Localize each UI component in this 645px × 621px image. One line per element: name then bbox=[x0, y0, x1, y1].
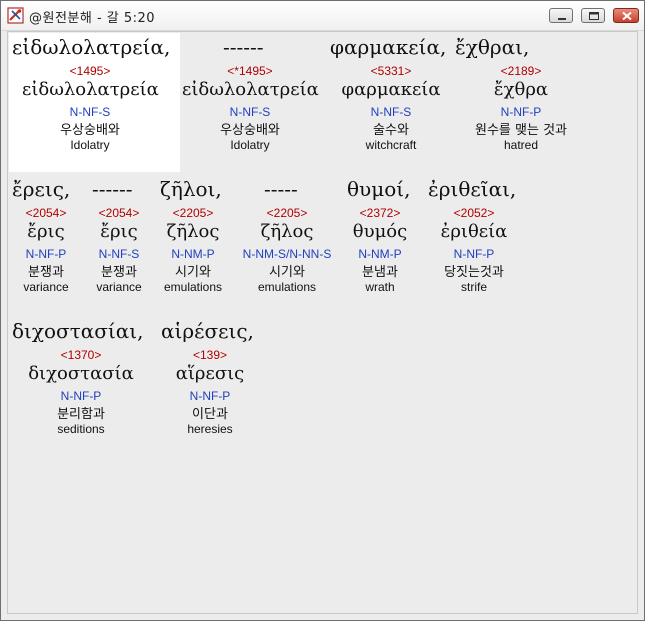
word-analysis[interactable]: <1370> διχοστασία N-NF-P 분리함과 seditions bbox=[20, 348, 142, 436]
greek-word[interactable]: διχοστασίαι, bbox=[12, 319, 143, 343]
word-analysis[interactable]: <2052> ἐριθεία N-NF-P 당짓는것과 strife bbox=[426, 206, 522, 294]
strong-number: <139> bbox=[192, 348, 228, 362]
app-window: @원전분해 - 갈 5:20 εἰδωλολατρεία, ------ φαρ… bbox=[0, 0, 645, 621]
strong-number: <5331> bbox=[370, 64, 412, 78]
english-gloss: wrath bbox=[365, 280, 395, 294]
korean-gloss: 분냄과 bbox=[362, 265, 398, 280]
korean-gloss: 원수를 맺는 것과 bbox=[475, 123, 567, 138]
word-analysis[interactable]: <5331> φαρμακεία N-NF-S 술수와 witchcraft bbox=[338, 64, 444, 152]
strong-number: <2205> bbox=[266, 206, 308, 220]
lemma: φαρμακεία bbox=[341, 79, 441, 100]
greek-word[interactable]: αἱρέσεις, bbox=[161, 319, 254, 343]
strong-number: <2189> bbox=[500, 64, 542, 78]
minimize-icon bbox=[558, 18, 566, 20]
korean-gloss: 시기와 bbox=[269, 265, 305, 280]
word-analysis[interactable]: <139> αἵρεσις N-NF-P 이단과 heresies bbox=[160, 348, 260, 436]
strong-number: <1495> bbox=[69, 64, 111, 78]
korean-gloss: 이단과 bbox=[192, 407, 228, 422]
strong-number: <1370> bbox=[60, 348, 102, 362]
morphology-code: N-NF-S bbox=[98, 247, 140, 261]
strong-number: <2205> bbox=[172, 206, 214, 220]
maximize-button[interactable] bbox=[581, 8, 605, 23]
greek-word[interactable]: ----- bbox=[264, 177, 298, 201]
english-gloss: strife bbox=[460, 280, 487, 294]
word-analysis[interactable]: <2205> ζῆλος N-NM-P 시기와 emulations bbox=[154, 206, 232, 294]
morphology-code: N-NF-P bbox=[60, 389, 102, 403]
korean-gloss: 당짓는것과 bbox=[444, 265, 504, 280]
english-gloss: heresies bbox=[187, 422, 233, 436]
greek-word[interactable]: ἔχθραι, bbox=[455, 35, 529, 59]
korean-gloss: 시기와 bbox=[175, 265, 211, 280]
close-button[interactable] bbox=[613, 8, 639, 23]
strong-number: <*1495> bbox=[227, 64, 273, 78]
english-gloss: seditions bbox=[57, 422, 105, 436]
morphology-code: N-NF-P bbox=[453, 247, 495, 261]
morphology-code: N-NM-S/N-NN-S bbox=[242, 247, 332, 261]
greek-word[interactable]: θυμοί, bbox=[347, 177, 410, 201]
greek-word[interactable]: ἐριθεῖαι, bbox=[428, 177, 516, 201]
strong-number: <2372> bbox=[359, 206, 401, 220]
word-analysis[interactable]: <*1495> εἰδωλολατρεία N-NF-S 우상숭배와 Idola… bbox=[182, 64, 319, 152]
word-analysis[interactable]: <2054> ἔρις N-NF-S 분쟁과 variance bbox=[86, 206, 152, 294]
close-icon bbox=[622, 11, 632, 21]
strong-number: <2052> bbox=[453, 206, 495, 220]
word-analysis[interactable]: <1495> εἰδωλολατρεία N-NF-S 우상숭배와 Idolat… bbox=[22, 64, 159, 152]
lemma: ζῆλος bbox=[260, 221, 314, 242]
lemma: ἔρις bbox=[100, 221, 138, 242]
lemma: ἔρις bbox=[27, 221, 65, 242]
english-gloss: emulations bbox=[257, 280, 317, 294]
window-title: @원전분해 - 갈 5:20 bbox=[29, 11, 156, 26]
english-gloss: Idolatry bbox=[70, 138, 110, 152]
korean-gloss: 술수와 bbox=[373, 123, 409, 138]
lemma: αἵρεσις bbox=[175, 363, 245, 384]
morphology-code: N-NM-P bbox=[358, 247, 402, 261]
strong-number: <2054> bbox=[98, 206, 140, 220]
greek-word[interactable]: ἔρεις, bbox=[12, 177, 70, 201]
lemma: διχοστασία bbox=[28, 363, 134, 384]
lemma: ἐριθεία bbox=[440, 221, 508, 242]
greek-word[interactable]: φαρμακεία, bbox=[330, 35, 446, 59]
korean-gloss: 우상숭배와 bbox=[220, 123, 280, 138]
lemma: θυμός bbox=[352, 221, 408, 242]
korean-gloss: 분리함과 bbox=[57, 407, 105, 422]
morphology-code: N-NF-P bbox=[25, 247, 67, 261]
analysis-panel[interactable]: εἰδωλολατρεία, ------ φαρμακεία, ἔχθραι,… bbox=[7, 31, 638, 614]
greek-word[interactable]: ------ bbox=[223, 35, 264, 59]
english-gloss: witchcraft bbox=[365, 138, 417, 152]
morphology-code: N-NF-S bbox=[370, 105, 412, 119]
morphology-code: N-NM-P bbox=[171, 247, 215, 261]
morphology-code: N-NF-S bbox=[69, 105, 111, 119]
lemma: ζῆλος bbox=[166, 221, 220, 242]
english-gloss: emulations bbox=[163, 280, 223, 294]
title-bar[interactable]: @원전분해 - 갈 5:20 bbox=[1, 1, 644, 31]
korean-gloss: 분쟁과 bbox=[101, 265, 137, 280]
morphology-code: N-NF-P bbox=[500, 105, 542, 119]
korean-gloss: 우상숭배와 bbox=[60, 123, 120, 138]
lemma: εἰδωλολατρεία bbox=[22, 79, 159, 100]
tools-icon bbox=[7, 7, 24, 24]
word-analysis[interactable]: <2205> ζῆλος N-NM-S/N-NN-S 시기와 emulation… bbox=[234, 206, 340, 294]
english-gloss: variance bbox=[23, 280, 69, 294]
minimize-button[interactable] bbox=[549, 8, 573, 23]
english-gloss: hatred bbox=[503, 138, 539, 152]
lemma: ἔχθρα bbox=[493, 79, 549, 100]
maximize-icon bbox=[589, 12, 599, 20]
greek-word[interactable]: εἰδωλολατρεία, bbox=[12, 35, 170, 59]
morphology-code: N-NF-S bbox=[229, 105, 271, 119]
lemma: εἰδωλολατρεία bbox=[182, 79, 319, 100]
english-gloss: variance bbox=[96, 280, 142, 294]
korean-gloss: 분쟁과 bbox=[28, 265, 64, 280]
word-analysis[interactable]: <2372> θυμός N-NM-P 분냄과 wrath bbox=[342, 206, 418, 294]
morphology-code: N-NF-P bbox=[189, 389, 231, 403]
greek-word[interactable]: ------ bbox=[92, 177, 133, 201]
word-analysis[interactable]: <2054> ἔρις N-NF-P 분쟁과 variance bbox=[12, 206, 80, 294]
greek-word[interactable]: ζῆλοι, bbox=[160, 177, 222, 201]
english-gloss: Idolatry bbox=[230, 138, 270, 152]
strong-number: <2054> bbox=[25, 206, 67, 220]
word-analysis[interactable]: <2189> ἔχθρα N-NF-P 원수를 맺는 것과 hatred bbox=[458, 64, 584, 152]
